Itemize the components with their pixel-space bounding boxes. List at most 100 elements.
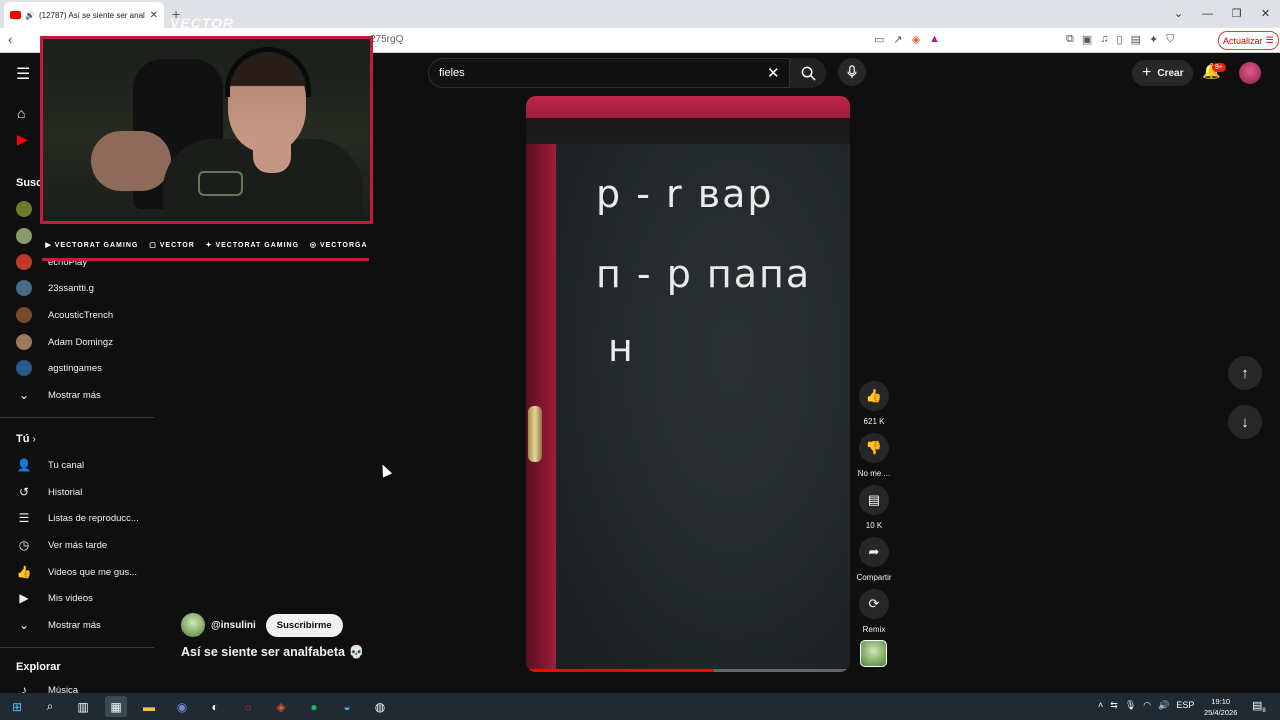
sidebar-item-playlists[interactable]: ☰ Listas de reproducc... — [16, 507, 156, 529]
search-box[interactable]: fieles ✕ — [428, 58, 790, 88]
chevron-up-icon[interactable]: ˄ — [1098, 700, 1103, 711]
share-icon[interactable]: ↗ — [893, 33, 902, 46]
wifi-icon[interactable]: ◠ — [1143, 700, 1151, 711]
language-indicator[interactable]: ESP — [1176, 700, 1194, 711]
clear-search-icon[interactable]: ✕ — [767, 64, 780, 82]
home-icon[interactable]: ⌂ — [17, 105, 25, 121]
comment-icon[interactable]: ▤ — [859, 485, 889, 515]
show-more-label: Mostrar más — [48, 389, 101, 401]
media-icon[interactable]: ♫ — [1100, 33, 1108, 46]
dislike-action[interactable]: 👎 No me ... — [852, 433, 896, 478]
youtube-social: ▶ VECTORAT GAMING — [45, 242, 139, 249]
taskbar-clock[interactable]: 19:10 25/4/2026 — [1204, 696, 1237, 718]
rewards-icon[interactable]: ▲ — [929, 33, 940, 46]
shorts-icon[interactable]: ▶ — [17, 131, 28, 148]
sidebar-item-my-videos[interactable]: ▶ Mis videos — [16, 587, 156, 609]
microphone-icon[interactable]: 🎙 — [1125, 700, 1136, 711]
share-label: Compartir — [856, 573, 892, 582]
opera-icon[interactable]: ○ — [237, 696, 259, 717]
vpn-icon[interactable]: ⛉ — [1166, 33, 1174, 46]
browser-tab[interactable]: 🔊 (12787) Así se siente ser anal ✕ — [4, 2, 164, 28]
sidebar-toggle-icon[interactable]: ▯ — [1117, 33, 1123, 46]
address-bar[interactable]: 275rgQ — [370, 34, 403, 45]
you-heading[interactable]: Tú › — [16, 433, 36, 445]
user-icon: 👤 — [16, 458, 32, 472]
minimize-button[interactable]: — — [1193, 0, 1222, 28]
search-button[interactable] — [790, 58, 826, 88]
show-more-you[interactable]: ⌄ Mostrar más — [16, 614, 156, 636]
shorts-video-player[interactable]: р - r вар п - р папа н — [526, 96, 850, 672]
discord-icon[interactable]: ◉ — [171, 696, 193, 717]
dislike-label: No me ... — [857, 469, 891, 478]
brave-icon[interactable]: ◈ — [270, 696, 292, 717]
thumb-up-icon[interactable]: 👍 — [859, 381, 889, 411]
channel-avatar — [16, 254, 32, 270]
steam-icon[interactable]: ◐ — [204, 696, 226, 717]
show-more-subscriptions[interactable]: ⌄ Mostrar más — [16, 384, 156, 406]
video-progress-bar[interactable] — [526, 669, 850, 672]
sidebar-channel[interactable]: 23ssantti.g — [16, 277, 156, 299]
spotify-icon[interactable]: ● — [303, 696, 325, 717]
notification-center-icon[interactable]: ▤8 — [1252, 699, 1266, 714]
sidebar-channel[interactable]: Adam Domingz — [16, 331, 156, 353]
extensions-icon[interactable]: ⧉ — [1066, 33, 1074, 46]
remix-icon[interactable]: ⟳ — [859, 589, 889, 619]
remix-action[interactable]: ⟳ Remix — [852, 589, 896, 634]
social-label: VECTORGA — [319, 242, 368, 249]
sound-avatar[interactable] — [860, 640, 887, 667]
search-input[interactable]: fieles — [439, 67, 465, 79]
progress-fill — [526, 669, 714, 672]
comments-action[interactable]: ▤ 10 K — [852, 485, 896, 530]
volume-icon[interactable]: 🔊 — [1158, 700, 1169, 711]
like-action[interactable]: 👍 621 K — [852, 381, 896, 426]
update-button[interactable]: Actualizar ☰ — [1218, 31, 1279, 50]
subscriptions-heading[interactable]: Susc — [16, 177, 42, 189]
back-icon[interactable]: ‹ — [8, 32, 12, 47]
chevron-down-icon[interactable]: ⌄ — [1164, 0, 1193, 28]
subscribe-button[interactable]: Suscribirme — [265, 613, 343, 637]
thumb-down-icon[interactable]: 👎 — [859, 433, 889, 463]
hamburger-menu-icon[interactable]: ☰ — [16, 64, 30, 84]
youtube-favicon-icon — [10, 11, 21, 19]
explore-heading: Explorar — [16, 661, 61, 673]
chevron-right-icon: › — [32, 434, 36, 445]
share-action[interactable]: ➦ Compartir — [852, 537, 896, 582]
notification-count: 8 — [1262, 708, 1266, 715]
channel-avatar[interactable] — [181, 613, 205, 637]
maximize-button[interactable]: ❐ — [1222, 0, 1251, 28]
arrow-up-icon: ↑ — [1241, 364, 1249, 382]
close-window-button[interactable]: ✕ — [1251, 0, 1280, 28]
obs-icon[interactable]: ◍ — [369, 696, 391, 717]
channel-handle[interactable]: @insulini — [211, 620, 256, 631]
next-video-button[interactable]: ↓ — [1228, 405, 1262, 439]
tab-close-icon[interactable]: ✕ — [150, 10, 158, 21]
cast-icon[interactable]: ▭ — [874, 33, 884, 46]
voice-search-button[interactable] — [838, 58, 866, 86]
shirt-print — [198, 171, 243, 196]
reader-icon[interactable]: ▣ — [1082, 33, 1092, 46]
sidebar-item-history[interactable]: ↺ Historial — [16, 481, 156, 503]
task-view-icon[interactable]: ▥ — [72, 696, 94, 717]
clock-date: 25/4/2026 — [1204, 708, 1238, 717]
folder-icon[interactable]: ▬ — [138, 696, 160, 717]
file-manager-icon[interactable]: ▦ — [105, 696, 127, 717]
video-title[interactable]: Así se siente ser analfabeta 💀 — [181, 645, 364, 660]
brave-shield-icon[interactable]: ◈ — [912, 33, 920, 46]
video-icon: ▶ — [19, 591, 29, 605]
sidebar-item-liked-videos[interactable]: 👍 Videos que me gus... — [16, 561, 156, 583]
sidebar-channel[interactable]: agstingames — [16, 357, 156, 379]
search-icon[interactable]: ⌕ — [39, 696, 61, 717]
create-button[interactable]: + Crear — [1132, 60, 1194, 86]
wallet-icon[interactable]: ▤ — [1131, 33, 1141, 46]
network-icon[interactable]: ⇆ — [1110, 700, 1118, 711]
edge-icon[interactable]: ◒ — [336, 696, 358, 717]
sidebar-item-your-channel[interactable]: 👤 Tu canal — [16, 454, 156, 476]
account-avatar[interactable] — [1239, 62, 1261, 84]
sidebar-item-watch-later[interactable]: ◷ Ver más tarde — [16, 534, 156, 556]
twitch-social: ▢ VECTOR — [149, 242, 195, 249]
leo-icon[interactable]: ✦ — [1149, 33, 1158, 46]
share-arrow-icon[interactable]: ➦ — [859, 537, 889, 567]
windows-start-icon[interactable]: ⊞ — [6, 696, 28, 717]
sidebar-channel[interactable]: AcousticTrench — [16, 304, 156, 326]
previous-video-button[interactable]: ↑ — [1228, 356, 1262, 390]
